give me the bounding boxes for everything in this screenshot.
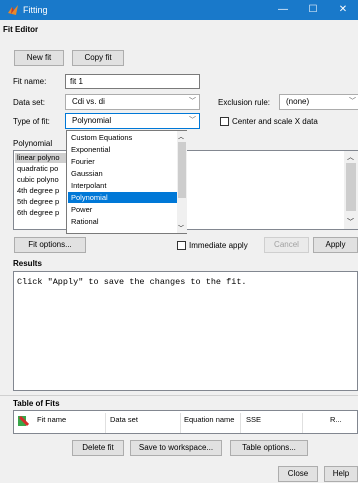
column-header-rsquare[interactable]: R... xyxy=(330,415,342,424)
type-of-fit-select[interactable]: Polynomial ﹀ xyxy=(65,113,200,129)
center-scale-label: Center and scale X data xyxy=(232,117,318,126)
results-message: Click "Apply" to save the changes to the… xyxy=(17,277,247,287)
list-item[interactable]: cubic polyno xyxy=(15,175,67,185)
results-heading: Results xyxy=(13,259,42,268)
exclusion-rule-select[interactable]: (none) ﹀ xyxy=(279,94,358,110)
cancel-button[interactable]: Cancel xyxy=(264,237,309,253)
column-header-fit-name[interactable]: Fit name xyxy=(37,415,66,424)
chevron-up-icon: ︿ xyxy=(178,135,185,141)
close-button[interactable]: Close xyxy=(278,466,318,482)
scrollbar-thumb[interactable] xyxy=(346,163,356,211)
immediate-apply-label: Immediate apply xyxy=(189,241,248,250)
chevron-down-icon: ﹀ xyxy=(178,226,185,232)
type-of-fit-dropdown[interactable]: Custom Equations Exponential Fourier Gau… xyxy=(66,130,187,234)
list-item[interactable]: linear polyno xyxy=(15,153,67,163)
minimize-button[interactable]: — xyxy=(268,0,298,20)
column-separator xyxy=(180,413,181,433)
type-of-fit-label: Type of fit: xyxy=(13,117,50,126)
chevron-down-icon: ﹀ xyxy=(189,98,196,105)
fit-status-icon xyxy=(18,415,29,427)
dropdown-option[interactable]: Exponential xyxy=(68,144,177,155)
fit-name-label: Fit name: xyxy=(13,77,47,86)
fit-name-input[interactable]: fit 1 xyxy=(65,74,200,89)
results-panel: Click "Apply" to save the changes to the… xyxy=(13,271,358,391)
center-scale-checkbox[interactable] xyxy=(220,117,229,126)
dropdown-option[interactable]: Fourier xyxy=(68,156,177,167)
chevron-up-icon: ︿ xyxy=(347,154,354,161)
dropdown-option[interactable]: Power xyxy=(68,204,177,215)
fitting-window: Fitting — ☐ ✕ Fit Editor New fit Copy fi… xyxy=(0,0,358,483)
delete-fit-button[interactable]: Delete fit xyxy=(72,440,124,456)
apply-button[interactable]: Apply xyxy=(313,237,358,253)
data-set-label: Data set: xyxy=(13,98,46,107)
data-set-select[interactable]: Cdi vs. di ﹀ xyxy=(65,94,200,110)
exclusion-rule-value: (none) xyxy=(286,97,310,106)
column-header-sse[interactable]: SSE xyxy=(246,415,261,424)
new-fit-button[interactable]: New fit xyxy=(14,50,64,66)
close-window-button[interactable]: ✕ xyxy=(328,0,358,20)
dropdown-scrollbar[interactable]: ︿ ﹀ xyxy=(177,131,187,233)
list-scrollbar[interactable]: ︿ ﹀ xyxy=(344,151,358,229)
column-separator xyxy=(302,413,303,433)
column-separator xyxy=(105,413,106,433)
dropdown-option[interactable]: Custom Equations xyxy=(68,132,177,143)
window-title: Fitting xyxy=(23,5,48,15)
chevron-down-icon: ﹀ xyxy=(347,219,354,226)
type-of-fit-value: Polynomial xyxy=(72,116,112,125)
chevron-down-icon: ﹀ xyxy=(189,117,196,124)
immediate-apply-checkbox[interactable] xyxy=(177,241,186,250)
maximize-button[interactable]: ☐ xyxy=(298,0,328,20)
exclusion-rule-label: Exclusion rule: xyxy=(218,98,271,107)
column-header-equation-name[interactable]: Equation name xyxy=(184,415,234,424)
copy-fit-button[interactable]: Copy fit xyxy=(72,50,124,66)
column-header-data-set[interactable]: Data set xyxy=(110,415,138,424)
column-separator xyxy=(240,413,241,433)
table-of-fits-heading: Table of Fits xyxy=(13,399,60,408)
list-item[interactable]: quadratic po xyxy=(15,164,67,174)
polynomial-label: Polynomial xyxy=(13,139,53,148)
section-divider xyxy=(0,395,358,396)
dropdown-option[interactable]: Gaussian xyxy=(68,168,177,179)
dropdown-option[interactable]: Rational xyxy=(68,216,177,227)
title-bar: Fitting — ☐ ✕ xyxy=(0,0,358,20)
dropdown-option-selected[interactable]: Polynomial xyxy=(68,192,177,203)
fit-editor-heading: Fit Editor xyxy=(3,25,39,34)
chevron-down-icon: ﹀ xyxy=(349,98,356,105)
data-set-value: Cdi vs. di xyxy=(72,97,105,106)
fit-options-button[interactable]: Fit options... xyxy=(14,237,86,253)
matlab-app-icon xyxy=(8,5,18,15)
save-to-workspace-button[interactable]: Save to workspace... xyxy=(130,440,222,456)
scrollbar-thumb[interactable] xyxy=(178,142,186,198)
list-item[interactable]: 4th degree p xyxy=(15,186,67,196)
dropdown-option[interactable]: Interpolant xyxy=(68,180,177,191)
help-button[interactable]: Help xyxy=(324,466,358,482)
list-item[interactable]: 6th degree p xyxy=(15,208,67,218)
list-item[interactable]: 5th degree p xyxy=(15,197,67,207)
table-options-button[interactable]: Table options... xyxy=(230,440,308,456)
